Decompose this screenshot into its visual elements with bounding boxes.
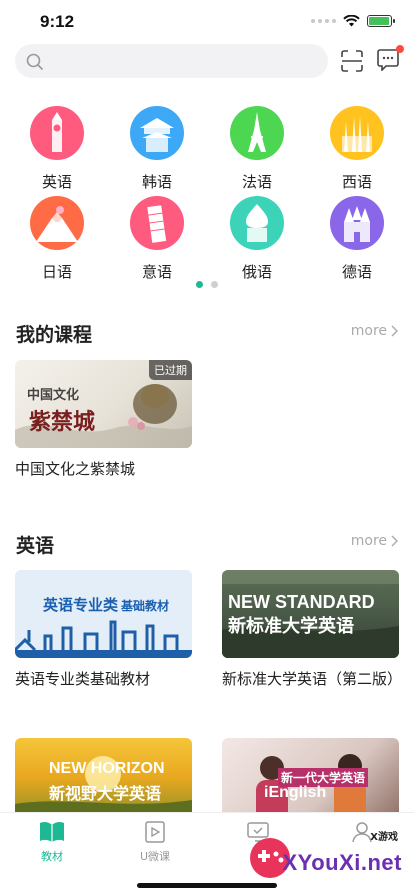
watermark-brand: XYouXi.net xyxy=(282,850,402,875)
more-label: more xyxy=(350,323,387,339)
cover-subtitle: 新视野大学英语 xyxy=(49,784,162,803)
language-grid: 英语 韩语 法语 西语 日语 意语 俄语 德语 xyxy=(0,106,414,282)
palace-icon xyxy=(130,106,184,160)
tab-label: 教材 xyxy=(41,850,63,863)
tab-textbooks[interactable]: 教材 xyxy=(12,821,92,864)
tab-label: U微课 xyxy=(139,850,171,863)
english-section-title: 英语 xyxy=(16,535,55,557)
cover-subtitle: 紫禁城 xyxy=(29,409,96,435)
course-card[interactable]: NEW STANDARD 新标准大学英语 新标准大学英语（第二版） xyxy=(222,570,402,690)
lang-item-german[interactable]: 德语 xyxy=(312,196,402,284)
expired-badge: 已过期 xyxy=(149,360,192,380)
cathedral-icon xyxy=(330,106,384,160)
lang-item-english[interactable]: 英语 xyxy=(12,106,102,194)
page-dot xyxy=(211,281,218,288)
lang-item-italian[interactable]: 意语 xyxy=(112,196,202,284)
onion-dome-icon xyxy=(230,196,284,250)
eiffel-tower-icon xyxy=(230,106,284,160)
cover-subtitle: iEnglish xyxy=(264,784,327,801)
page-dot-active xyxy=(196,281,203,288)
course-name: 英语专业类基础教材 xyxy=(15,670,151,688)
lang-label: 日语 xyxy=(41,263,72,281)
cover-title: NEW HORIZON xyxy=(49,760,165,777)
message-button[interactable] xyxy=(376,45,404,73)
notification-dot xyxy=(396,45,404,53)
chevron-right-icon xyxy=(391,325,398,337)
battery-icon xyxy=(367,15,395,27)
cover-title: 英语专业类 xyxy=(43,596,119,614)
course-name: 新标准大学英语（第二版） xyxy=(222,670,403,688)
lang-label: 英语 xyxy=(41,173,72,191)
course-card[interactable]: 英语专业类 基础教材 英语专业类基础教材 xyxy=(15,570,195,690)
message-icon xyxy=(377,49,399,72)
page-indicator xyxy=(196,281,218,288)
lang-item-japanese[interactable]: 日语 xyxy=(12,196,102,284)
my-courses-title: 我的课程 xyxy=(16,324,93,346)
course-cover: 英语专业类 基础教材 xyxy=(15,570,192,658)
lang-label: 德语 xyxy=(341,263,372,281)
lang-item-french[interactable]: 法语 xyxy=(212,106,302,194)
status-time: 9:12 xyxy=(40,12,75,31)
book-open-icon xyxy=(40,821,64,842)
status-bar: 9:12 xyxy=(0,0,414,44)
lang-item-spanish[interactable]: 西语 xyxy=(312,106,402,194)
course-cover: 中国文化 紫禁城 已过期 xyxy=(15,360,192,448)
course-card[interactable]: 中国文化 紫禁城 已过期 中国文化之紫禁城 xyxy=(15,360,195,480)
lang-label: 西语 xyxy=(341,173,372,191)
leaning-tower-icon xyxy=(130,196,184,250)
scan-icon[interactable] xyxy=(340,49,364,73)
more-label: more xyxy=(350,533,387,549)
mount-fuji-icon xyxy=(30,196,84,250)
status-icons xyxy=(311,15,395,27)
search-icon xyxy=(26,53,44,71)
big-ben-icon xyxy=(30,106,84,160)
signal-icon xyxy=(311,19,336,23)
cover-title: 中国文化 xyxy=(27,388,80,403)
cover-subtitle: 基础教材 xyxy=(121,599,170,613)
lang-item-russian[interactable]: 俄语 xyxy=(212,196,302,284)
course-name: 中国文化之紫禁城 xyxy=(15,460,136,478)
lang-item-korean[interactable]: 韩语 xyxy=(112,106,202,194)
watermark-sub: X游戏 xyxy=(370,832,398,843)
my-courses-more-link[interactable]: more xyxy=(351,323,398,339)
watermark: X游戏 XYouXi.net xyxy=(246,822,406,890)
lang-label: 法语 xyxy=(241,173,272,191)
cover-title: NEW STANDARD xyxy=(228,592,375,612)
search-box[interactable] xyxy=(15,44,328,78)
lang-label: 韩语 xyxy=(141,173,172,191)
lang-label: 俄语 xyxy=(241,263,272,281)
tab-micro-course[interactable]: U微课 xyxy=(115,821,195,864)
castle-icon xyxy=(330,196,384,250)
search-input[interactable] xyxy=(51,44,321,78)
search-row xyxy=(15,44,405,78)
cover-subtitle: 新标准大学英语 xyxy=(228,616,354,637)
course-cover: NEW STANDARD 新标准大学英语 xyxy=(222,570,399,658)
video-play-icon xyxy=(145,821,165,843)
english-more-link[interactable]: more xyxy=(351,533,398,549)
lang-label: 意语 xyxy=(141,263,172,281)
wifi-icon xyxy=(343,15,360,27)
chevron-right-icon xyxy=(391,535,398,547)
